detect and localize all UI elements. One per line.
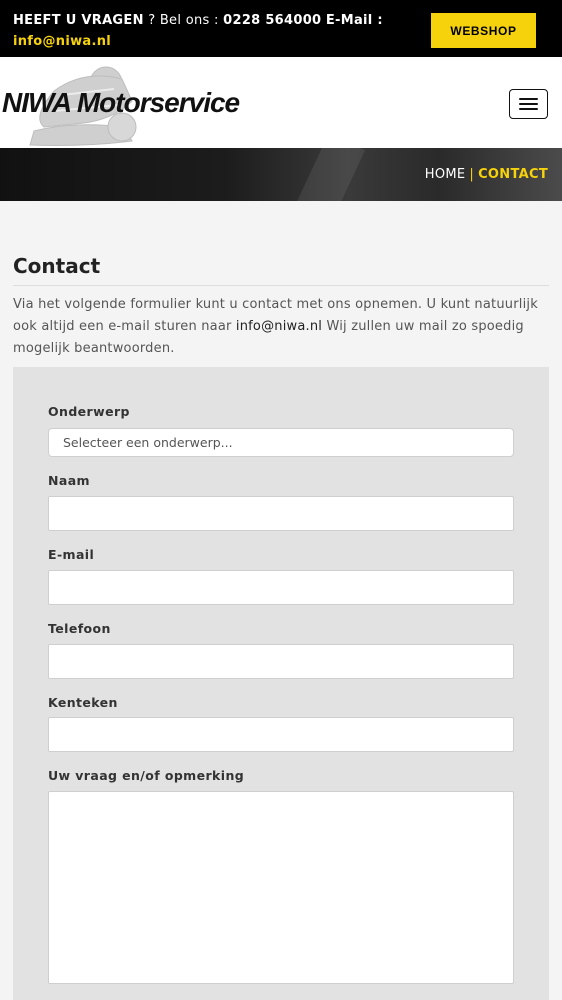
logo-text: NIWA Motorservice — [2, 87, 240, 118]
site-logo[interactable]: NIWA Motorservice — [0, 57, 240, 148]
contact-form: Onderwerp Selecteer een onderwerp... Naa… — [13, 367, 549, 1000]
title-divider — [13, 285, 549, 286]
hamburger-menu-icon — [519, 108, 538, 110]
bel-ons-text: ? Bel ons : — [148, 13, 219, 28]
topbar-email-link[interactable]: info@niwa.nl — [13, 34, 111, 49]
phone-input[interactable] — [48, 644, 514, 679]
plate-label: Kenteken — [48, 695, 118, 710]
contact-info: HEEFT U VRAGEN ? Bel ons : 0228 564000 E… — [13, 10, 413, 52]
page-title: Contact — [13, 254, 101, 278]
breadcrumb: HOME | CONTACT — [425, 167, 548, 182]
name-label: Naam — [48, 473, 90, 488]
hamburger-menu-button[interactable] — [509, 89, 548, 119]
hamburger-menu-icon — [519, 103, 538, 105]
message-label: Uw vraag en/of opmerking — [48, 768, 245, 783]
message-textarea[interactable] — [48, 791, 514, 984]
hamburger-menu-icon — [519, 98, 538, 100]
email-label: E-mail — [48, 547, 95, 562]
breadcrumb-current: CONTACT — [478, 167, 548, 182]
email-label: E-Mail : — [325, 13, 383, 28]
subject-select[interactable]: Selecteer een onderwerp... — [48, 428, 514, 457]
question-text: HEEFT U VRAGEN — [13, 13, 144, 28]
subject-label: Onderwerp — [48, 404, 130, 419]
site-header: NIWA Motorservice — [0, 57, 562, 148]
breadcrumb-separator: | — [469, 167, 475, 182]
webshop-button[interactable]: WEBSHOP — [431, 13, 536, 48]
phone-number[interactable]: 0228 564000 — [223, 13, 321, 28]
top-bar: HEEFT U VRAGEN ? Bel ons : 0228 564000 E… — [0, 0, 562, 57]
page-banner: HOME | CONTACT — [0, 148, 562, 201]
phone-label: Telefoon — [48, 621, 111, 636]
breadcrumb-home-link[interactable]: HOME — [425, 167, 466, 182]
intro-text: Via het volgende formulier kunt u contac… — [13, 294, 549, 360]
intro-email-link[interactable]: info@niwa.nl — [236, 319, 322, 334]
email-input[interactable] — [48, 570, 514, 605]
name-input[interactable] — [48, 496, 514, 531]
plate-input[interactable] — [48, 717, 514, 752]
